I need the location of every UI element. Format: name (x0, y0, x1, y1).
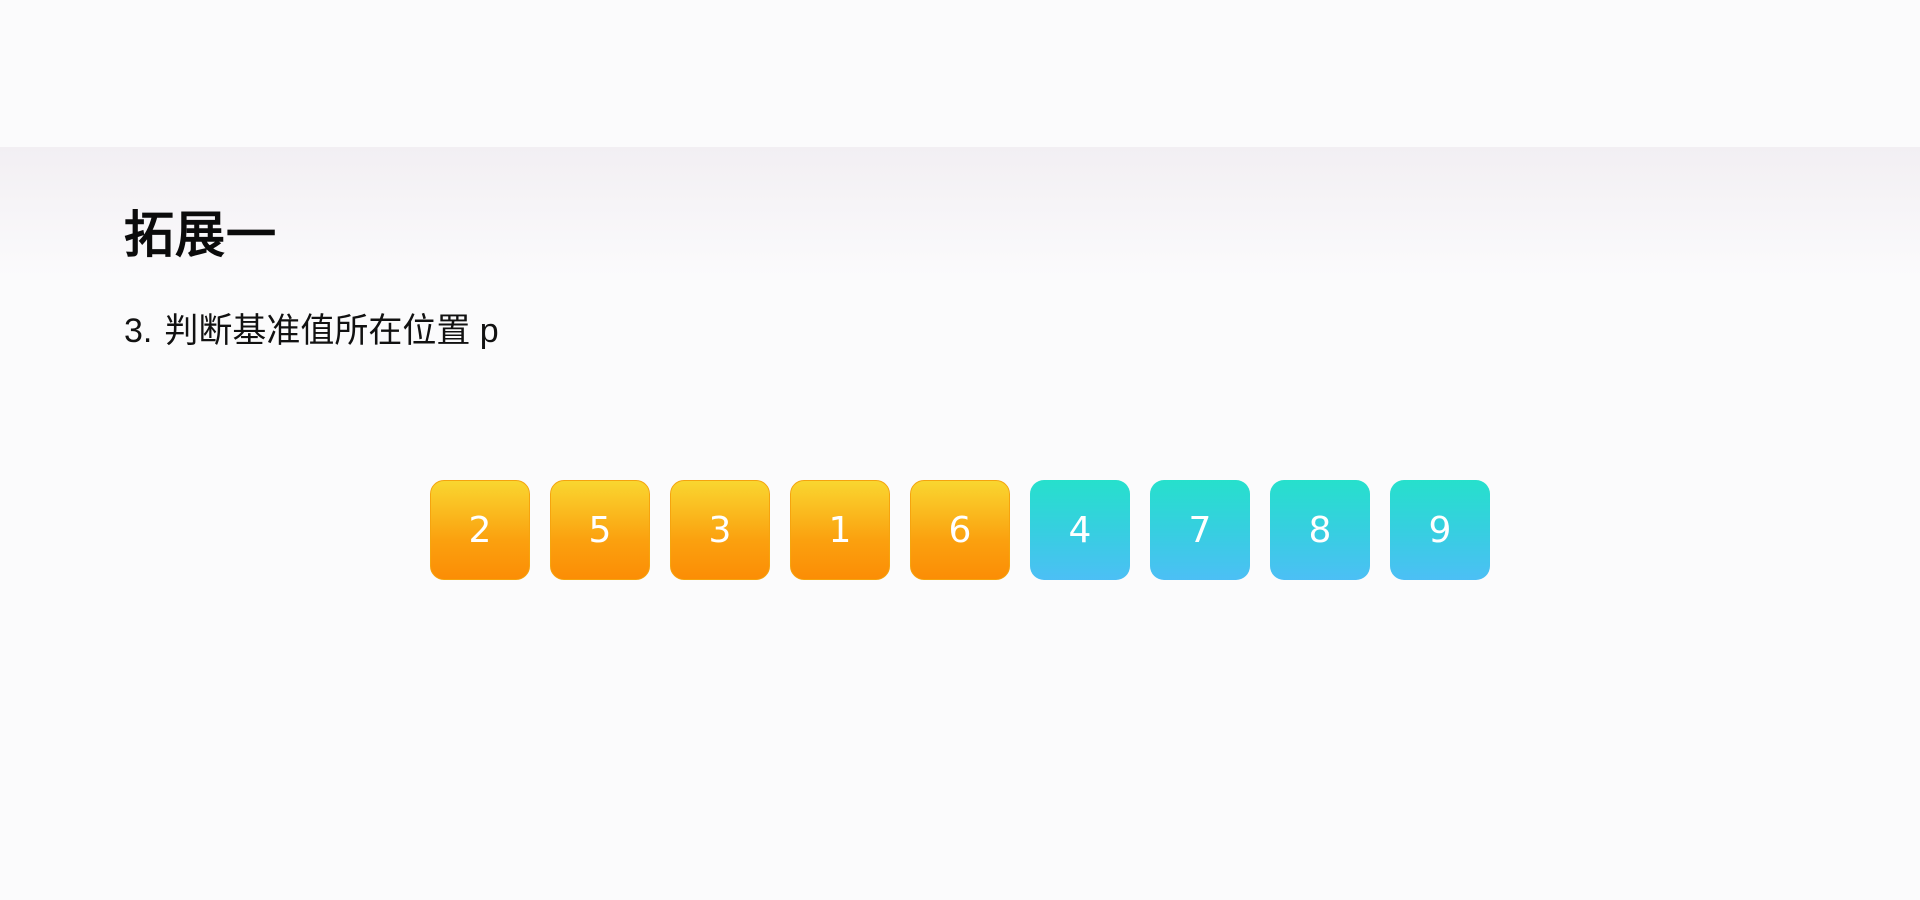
array-cell-value: 1 (828, 509, 852, 551)
array-cell: 2 (430, 480, 530, 580)
step-item: 3. 判断基准值所在位置 p (124, 309, 499, 353)
array-cell-value: 7 (1188, 509, 1212, 551)
array-cell: 7 (1150, 480, 1250, 580)
array-cell: 1 (790, 480, 890, 580)
array-cell: 3 (670, 480, 770, 580)
array-cell: 8 (1270, 480, 1370, 580)
header-band (0, 147, 1920, 277)
array-cell-value: 5 (588, 509, 612, 551)
array-cell: 5 (550, 480, 650, 580)
slide-title: 拓展一 (124, 207, 277, 263)
array-cell-value: 3 (708, 509, 732, 551)
array-row: 2 5 3 1 6 4 7 8 9 (430, 480, 1490, 580)
array-cell-value: 8 (1308, 509, 1332, 551)
array-cell-value: 9 (1428, 509, 1452, 551)
array-cell-value: 2 (468, 509, 492, 551)
array-cell-value: 6 (948, 509, 972, 551)
array-cell-value: 4 (1068, 509, 1092, 551)
step-number: 3. (124, 312, 153, 350)
array-cell: 4 (1030, 480, 1130, 580)
step-text: 判断基准值所在位置 p (164, 312, 499, 350)
array-cell: 9 (1390, 480, 1490, 580)
array-cell: 6 (910, 480, 1010, 580)
